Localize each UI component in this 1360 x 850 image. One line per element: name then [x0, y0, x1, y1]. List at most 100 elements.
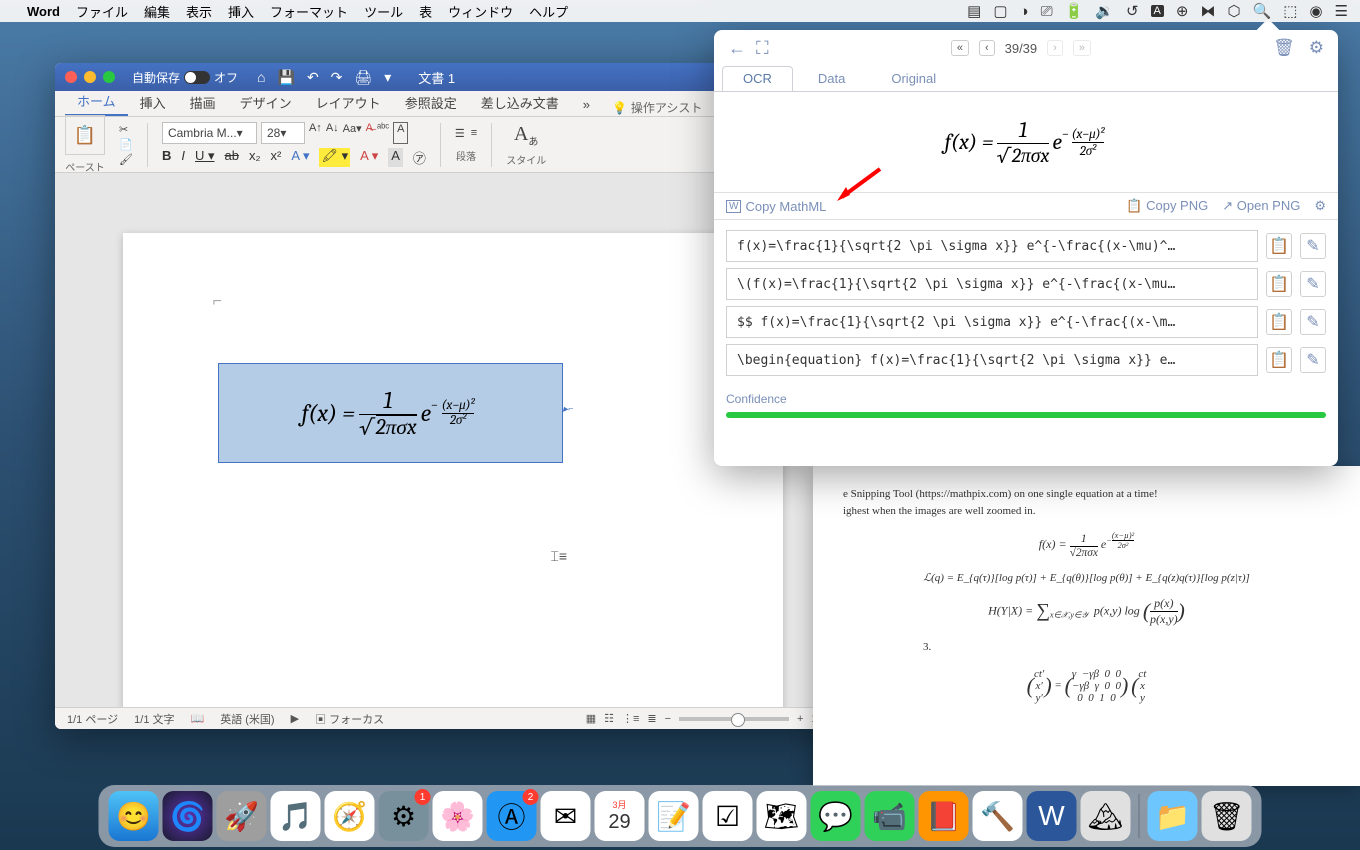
enclose-char-icon[interactable]: A: [393, 122, 408, 144]
dock-maps[interactable]: 🗺: [757, 791, 807, 841]
copy-png-button[interactable]: 📋 Copy PNG: [1126, 198, 1208, 214]
paste-button[interactable]: 📋: [65, 115, 105, 155]
menuextra-spotlight-icon[interactable]: 🔍: [1253, 2, 1272, 20]
dock-calendar[interactable]: 3月29: [595, 791, 645, 841]
edit-result-icon[interactable]: ✎: [1300, 233, 1326, 259]
more-icon[interactable]: ▾: [384, 69, 391, 86]
tab-data[interactable]: Data: [797, 66, 866, 92]
open-png-button[interactable]: ↗ Open PNG: [1222, 198, 1300, 214]
dock-mail[interactable]: ✉: [541, 791, 591, 841]
shading-icon[interactable]: A: [388, 148, 403, 167]
dock-word[interactable]: W: [1027, 791, 1077, 841]
status-language[interactable]: 英語 (米国): [220, 711, 274, 727]
dock-messages[interactable]: 💬: [811, 791, 861, 841]
next-page-button[interactable]: ›: [1047, 40, 1063, 56]
underline-button[interactable]: U ▾: [195, 148, 215, 167]
tell-me-control[interactable]: 💡 操作アシスト: [612, 99, 702, 116]
dock-safari[interactable]: 🧭: [325, 791, 375, 841]
menu-window[interactable]: ウィンドウ: [448, 2, 513, 21]
view-web-icon[interactable]: ☷: [604, 712, 614, 725]
window-minimize-button[interactable]: [84, 71, 96, 83]
menuextra-sync-icon[interactable]: ⊕: [1176, 2, 1189, 20]
menuextra-clock-icon[interactable]: ◑: [1020, 3, 1029, 20]
styles-icon[interactable]: Aあ: [514, 123, 538, 148]
strike-button[interactable]: ab: [225, 148, 239, 167]
tab-original[interactable]: Original: [870, 66, 957, 92]
font-name-dropdown[interactable]: Cambria M... ▾: [162, 122, 257, 144]
dock-siri[interactable]: 🌀: [163, 791, 213, 841]
menu-table[interactable]: 表: [419, 2, 432, 21]
cut-icon[interactable]: ✂: [119, 123, 133, 136]
window-fullscreen-button[interactable]: [103, 71, 115, 83]
decrease-font-icon[interactable]: A↓: [326, 122, 339, 144]
menuextra-screen-icon[interactable]: ▢: [993, 2, 1007, 20]
settings-icon[interactable]: ⚙: [1309, 38, 1324, 58]
tab-draw[interactable]: 描画: [178, 89, 228, 116]
next-page-double-button[interactable]: »: [1073, 40, 1091, 56]
tab-mailings[interactable]: 差し込み文書: [469, 89, 571, 116]
view-draft-icon[interactable]: ≣: [647, 712, 656, 725]
edit-result-icon[interactable]: ✎: [1300, 271, 1326, 297]
menuextra-bluetooth-icon[interactable]: ⧓: [1200, 2, 1215, 20]
menuextra-siri-icon[interactable]: ◉: [1309, 2, 1322, 20]
dock-ibooks[interactable]: 📕: [919, 791, 969, 841]
menu-file[interactable]: ファイル: [76, 2, 128, 21]
menuextra-app-icon[interactable]: ⬚: [1283, 2, 1297, 20]
subscript-button[interactable]: x₂: [249, 148, 261, 167]
menu-help[interactable]: ヘルプ: [529, 2, 568, 21]
menuextra-wifi-icon[interactable]: ⬡: [1227, 2, 1240, 20]
view-outline-icon[interactable]: ⋮≡: [622, 712, 639, 725]
save-icon[interactable]: 💾: [278, 69, 295, 86]
tab-ocr[interactable]: OCR: [722, 66, 793, 92]
dock-itunes[interactable]: 🎵: [271, 791, 321, 841]
capture-icon[interactable]: ⛶: [756, 38, 769, 59]
dock-preferences[interactable]: ⚙1: [379, 791, 429, 841]
clear-format-icon[interactable]: A̶: [366, 122, 373, 144]
increase-font-icon[interactable]: A↑: [309, 122, 322, 144]
menu-view[interactable]: 表示: [186, 2, 212, 21]
change-case-icon[interactable]: Aa▾: [343, 122, 362, 144]
menu-tools[interactable]: ツール: [364, 2, 403, 21]
menuextra-timemachine-icon[interactable]: ↺: [1126, 2, 1139, 20]
menu-edit[interactable]: 編集: [144, 2, 170, 21]
font-size-dropdown[interactable]: 28 ▾: [261, 122, 305, 144]
tab-home[interactable]: ホーム: [65, 87, 128, 116]
tab-more[interactable]: »: [571, 93, 602, 116]
options-icon[interactable]: ⚙: [1314, 198, 1326, 214]
font-color-icon[interactable]: A ▾: [360, 148, 378, 167]
status-words[interactable]: 1/1 文字: [134, 711, 174, 727]
copy-result-icon[interactable]: 📋: [1266, 309, 1292, 335]
align-icon[interactable]: ≡: [471, 127, 477, 140]
tab-layout[interactable]: レイアウト: [304, 89, 393, 116]
prev-page-button[interactable]: ‹: [979, 40, 995, 56]
status-spell-icon[interactable]: 📖: [191, 712, 205, 725]
menuextra-volume-icon[interactable]: 🔉: [1095, 2, 1114, 20]
status-focus[interactable]: ▣ フォーカス: [315, 711, 384, 727]
equation-object[interactable]: f(x) = 1√2πσx e−(x−μ)²2σ² ▸⌐: [218, 363, 563, 463]
edit-result-icon[interactable]: ✎: [1300, 347, 1326, 373]
delete-icon[interactable]: 🗑: [1273, 38, 1295, 58]
dock-trash[interactable]: 🗑: [1202, 791, 1252, 841]
view-print-icon[interactable]: ▦: [586, 712, 596, 725]
status-page[interactable]: 1/1 ページ: [67, 711, 118, 727]
dock-finder[interactable]: 😊: [109, 791, 159, 841]
menuextra-input-icon[interactable]: A: [1151, 5, 1164, 17]
result-latex-inline[interactable]: \(f(x)=\frac{1}{\sqrt{2 \pi \sigma x}} e…: [726, 268, 1258, 300]
menu-format[interactable]: フォーマット: [270, 2, 348, 21]
zoom-in-button[interactable]: +: [797, 713, 803, 725]
dock-launchpad[interactable]: 🚀: [217, 791, 267, 841]
result-latex-raw[interactable]: f(x)=\frac{1}{\sqrt{2 \pi \sigma x}} e^{…: [726, 230, 1258, 262]
highlight-icon[interactable]: 🖍 ▾: [319, 148, 350, 167]
menubar-app-name[interactable]: Word: [27, 4, 60, 19]
superscript-button[interactable]: x²: [271, 148, 282, 167]
dock-notes[interactable]: 📝: [649, 791, 699, 841]
menuextra-battery-icon[interactable]: 🔋: [1065, 2, 1084, 20]
dock-appstore[interactable]: Ⓐ2: [487, 791, 537, 841]
menuextra-icon[interactable]: ▤: [967, 2, 981, 20]
dock-xcode[interactable]: 🔨: [973, 791, 1023, 841]
format-painter-icon[interactable]: 🖌: [119, 153, 133, 166]
italic-button[interactable]: I: [181, 148, 185, 167]
circle-icon[interactable]: ㋐: [413, 148, 426, 167]
undo-icon[interactable]: ↶: [307, 69, 319, 86]
prev-page-double-button[interactable]: «: [951, 40, 969, 56]
